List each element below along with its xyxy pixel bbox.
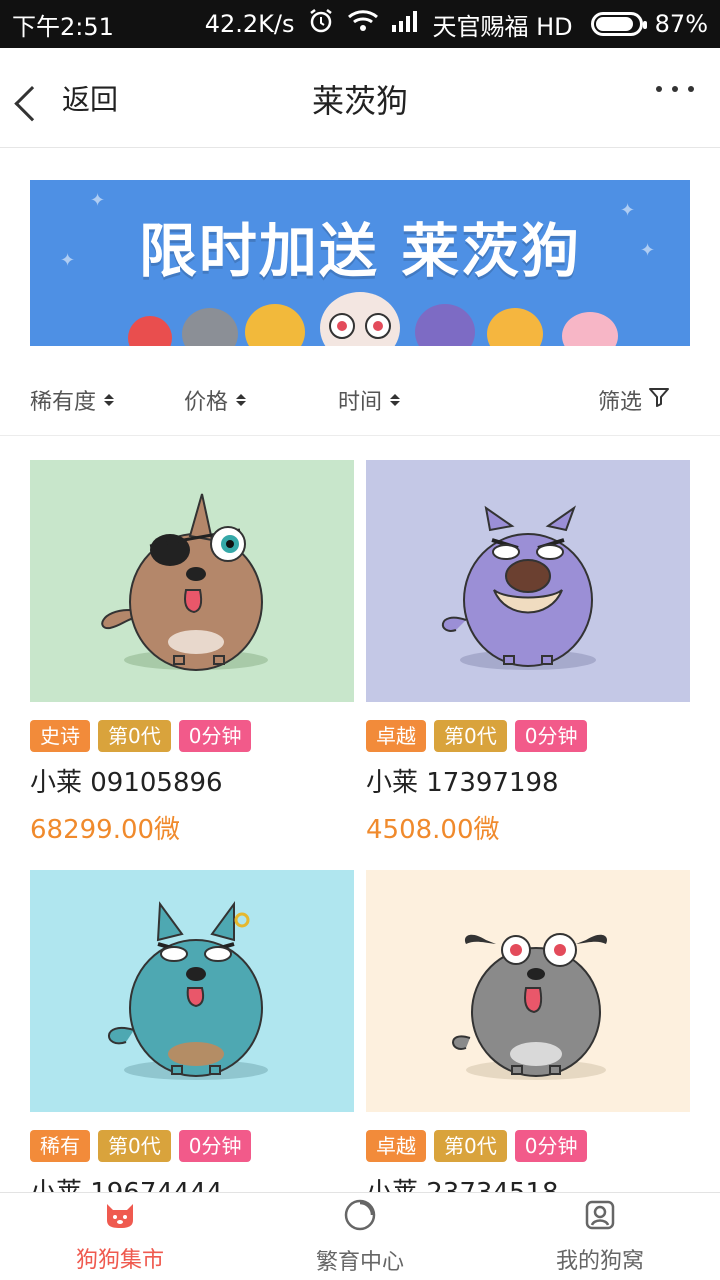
status-time: 下午2:51 <box>12 12 114 41</box>
rarity-tag: 卓越 <box>366 1130 426 1162</box>
breeding-icon <box>343 1198 377 1238</box>
tag-row: 稀有 第0代 0分钟 <box>30 1130 354 1162</box>
rarity-tag: 卓越 <box>366 720 426 752</box>
dog-card[interactable]: 史诗 第0代 0分钟 小莱 09105896 68299.00微 <box>30 460 354 846</box>
sort-price-label: 价格 <box>184 390 229 415</box>
tab-my-kennel[interactable]: 我的狗窝 <box>480 1193 720 1280</box>
status-right: 42.2K/s 天官赐福 HD 87% <box>205 7 708 42</box>
dog-image <box>30 870 354 1112</box>
dog-price: 68299.00微 <box>30 815 181 845</box>
page-title: 莱茨狗 <box>311 82 408 120</box>
rarity-tag: 稀有 <box>30 1130 90 1162</box>
dog-image <box>366 870 690 1112</box>
generation-tag: 第0代 <box>434 1130 507 1162</box>
tab-dog-market[interactable]: 狗狗集市 <box>0 1193 240 1280</box>
dog-name: 小莱 17397198 <box>366 768 559 798</box>
bottom-nav: 狗狗集市 繁育中心 我的狗窝 <box>0 1192 720 1280</box>
tab-label: 繁育中心 <box>315 1249 404 1275</box>
battery-fill <box>595 17 633 31</box>
filter-label: 筛选 <box>598 390 643 415</box>
sort-rarity[interactable]: 稀有度 <box>30 384 115 416</box>
promo-banner[interactable]: ✦ ✦ ✦ ✦ 限时加送 莱茨狗 <box>30 180 690 346</box>
rarity-tag: 史诗 <box>30 720 90 752</box>
sort-rarity-label: 稀有度 <box>30 390 97 415</box>
generation-tag: 第0代 <box>98 1130 171 1162</box>
tab-label: 狗狗集市 <box>75 1247 164 1273</box>
dog-name: 小莱 09105896 <box>30 768 223 798</box>
tag-row: 卓越 第0代 0分钟 <box>366 720 690 752</box>
filter-button[interactable]: 筛选 <box>598 384 670 416</box>
sort-caret-icon <box>236 394 247 406</box>
tab-label: 我的狗窝 <box>555 1248 644 1274</box>
sort-caret-icon <box>390 394 401 406</box>
cooldown-tag: 0分钟 <box>514 720 588 752</box>
tag-row: 卓越 第0代 0分钟 <box>366 1130 690 1162</box>
funnel-icon <box>648 386 670 414</box>
dog-image <box>30 460 354 702</box>
alarm-icon <box>307 7 335 41</box>
sort-price[interactable]: 价格 <box>184 384 247 416</box>
sort-time[interactable]: 时间 <box>338 384 401 416</box>
cooldown-tag: 0分钟 <box>514 1130 588 1162</box>
tab-breeding-center[interactable]: 繁育中心 <box>240 1193 480 1280</box>
dog-price: 4508.00微 <box>366 815 500 845</box>
signal-icon <box>391 9 421 39</box>
status-bar: 下午2:51 42.2K/s 天官赐福 HD 87% <box>0 0 720 48</box>
cooldown-tag: 0分钟 <box>178 720 252 752</box>
generation-tag: 第0代 <box>434 720 507 752</box>
filter-bar: 稀有度 价格 时间 筛选 <box>0 360 720 436</box>
profile-icon <box>584 1199 616 1237</box>
carrier-label: 天官赐福 HD <box>432 12 573 41</box>
app-header: 返回 莱茨狗 <box>0 48 720 148</box>
cooldown-tag: 0分钟 <box>178 1130 252 1162</box>
dog-card[interactable]: 卓越 第0代 0分钟 小莱 17397198 4508.00微 <box>366 460 690 846</box>
wifi-icon <box>347 9 379 39</box>
more-menu-icon[interactable] <box>656 86 694 92</box>
network-speed: 42.2K/s <box>204 10 295 38</box>
sort-time-label: 时间 <box>338 390 383 415</box>
dog-image <box>366 460 690 702</box>
sort-caret-icon <box>104 394 115 406</box>
battery-percent: 87% <box>654 10 708 38</box>
tag-row: 史诗 第0代 0分钟 <box>30 720 354 752</box>
generation-tag: 第0代 <box>98 720 171 752</box>
dog-card[interactable]: 稀有 第0代 0分钟 小莱 19674444 <box>30 870 354 1209</box>
battery-icon <box>590 12 647 36</box>
dog-face-icon <box>103 1200 137 1236</box>
dog-card[interactable]: 卓越 第0代 0分钟 小莱 23734518 <box>366 870 690 1209</box>
banner-dogs-illustration <box>128 292 618 346</box>
